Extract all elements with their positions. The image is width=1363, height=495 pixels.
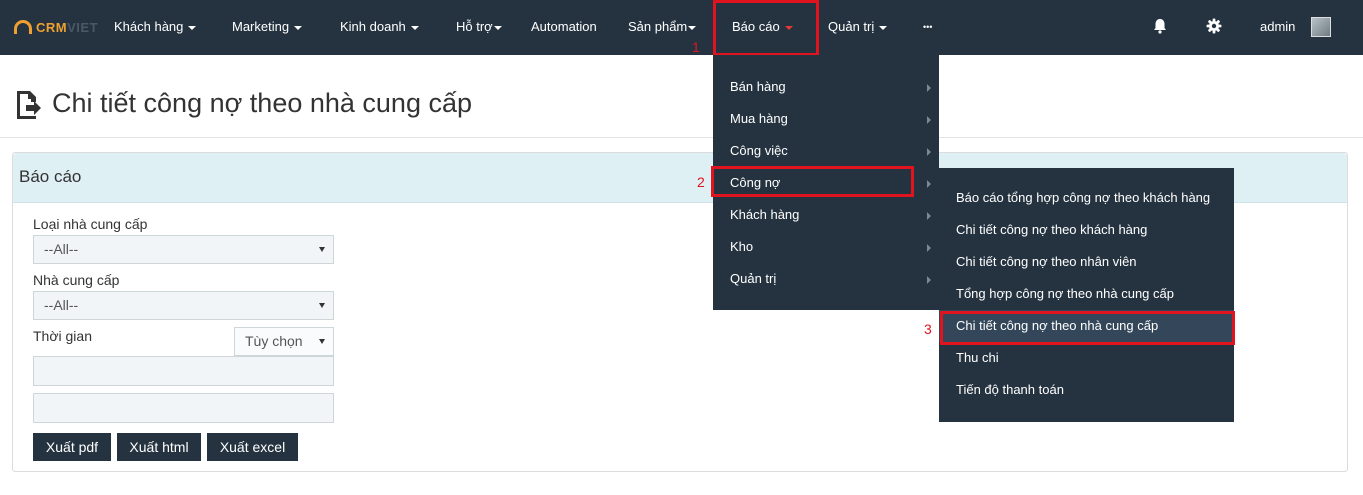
highlight-box-3: [940, 311, 1235, 345]
page-title: Chi tiết công nợ theo nhà cung cấp: [52, 88, 472, 118]
user-menu[interactable]: admin: [1260, 0, 1295, 55]
logo-mark: [14, 20, 32, 34]
chevron-down-icon: [319, 339, 325, 344]
gear-icon[interactable]: [1205, 17, 1223, 35]
supplier-type-select[interactable]: --All--: [33, 235, 334, 264]
highlight-box-2: [711, 166, 914, 197]
menu-item-khach-hang[interactable]: Khách hàng: [713, 199, 939, 231]
submenu-item-tong-hop-ncc[interactable]: Tổng hợp công nợ theo nhà cung cấp: [939, 278, 1234, 310]
export-pdf-button[interactable]: Xuất pdf: [33, 433, 111, 461]
submenu-item-chi-tiet-nv[interactable]: Chi tiết công nợ theo nhân viên: [939, 246, 1234, 278]
export-excel-button[interactable]: Xuất excel: [207, 433, 298, 461]
menu-item-kho[interactable]: Kho: [713, 231, 939, 263]
nav-marketing[interactable]: Marketing: [232, 0, 303, 55]
submenu-item-tong-hop-kh[interactable]: Báo cáo tổng hợp công nợ theo khách hàng: [939, 182, 1234, 214]
chevron-down-icon: [319, 303, 325, 308]
supplier-type-label: Loại nhà cung cấp: [33, 216, 148, 232]
menu-item-quan-tri[interactable]: Quản trị: [713, 263, 939, 295]
submenu-item-thu-chi[interactable]: Thu chi: [939, 342, 1234, 374]
nav-khach-hang[interactable]: Khách hàng: [114, 0, 197, 55]
avatar[interactable]: [1311, 17, 1331, 37]
document-export-icon: [17, 91, 41, 119]
nav-more[interactable]: •••: [923, 0, 932, 55]
divider: [0, 137, 1363, 138]
nav-automation[interactable]: Automation: [531, 0, 597, 55]
menu-item-mua-hang[interactable]: Mua hàng: [713, 103, 939, 135]
nav-quan-tri[interactable]: Quản trị: [828, 0, 888, 55]
submenu-item-tien-do[interactable]: Tiến độ thanh toán: [939, 374, 1234, 406]
end-date-input[interactable]: [33, 393, 334, 423]
highlight-box-1: [713, 0, 819, 56]
export-html-button[interactable]: Xuất html: [117, 433, 201, 461]
nav-kinh-doanh[interactable]: Kinh doanh: [340, 0, 419, 55]
menu-item-ban-hang[interactable]: Bán hàng: [713, 71, 939, 103]
debt-submenu: Báo cáo tổng hợp công nợ theo khách hàng…: [939, 168, 1234, 422]
bell-icon[interactable]: [1151, 17, 1169, 35]
supplier-select[interactable]: --All--: [33, 291, 334, 320]
top-navbar: CRMVIET Khách hàng Marketing Kinh doanh …: [0, 0, 1363, 55]
time-label: Thời gian: [33, 328, 92, 344]
chevron-down-icon: [319, 247, 325, 252]
submenu-item-chi-tiet-kh[interactable]: Chi tiết công nợ theo khách hàng: [939, 214, 1234, 246]
nav-san-pham[interactable]: Sản phẩm: [628, 0, 697, 55]
annotation-1: 1: [692, 39, 700, 55]
start-date-input[interactable]: [33, 356, 334, 386]
annotation-2: 2: [697, 174, 705, 190]
logo-text: CRMVIET: [36, 19, 99, 35]
nav-ho-tro[interactable]: Hỗ trợ: [456, 0, 502, 55]
panel-title: Báo cáo: [19, 167, 82, 186]
supplier-label: Nhà cung cấp: [33, 272, 120, 288]
time-range-select[interactable]: Tùy chọn: [234, 327, 334, 356]
menu-item-cong-viec[interactable]: Công việc: [713, 135, 939, 167]
annotation-3: 3: [924, 321, 932, 337]
crmviet-logo[interactable]: CRMVIET: [14, 17, 98, 37]
